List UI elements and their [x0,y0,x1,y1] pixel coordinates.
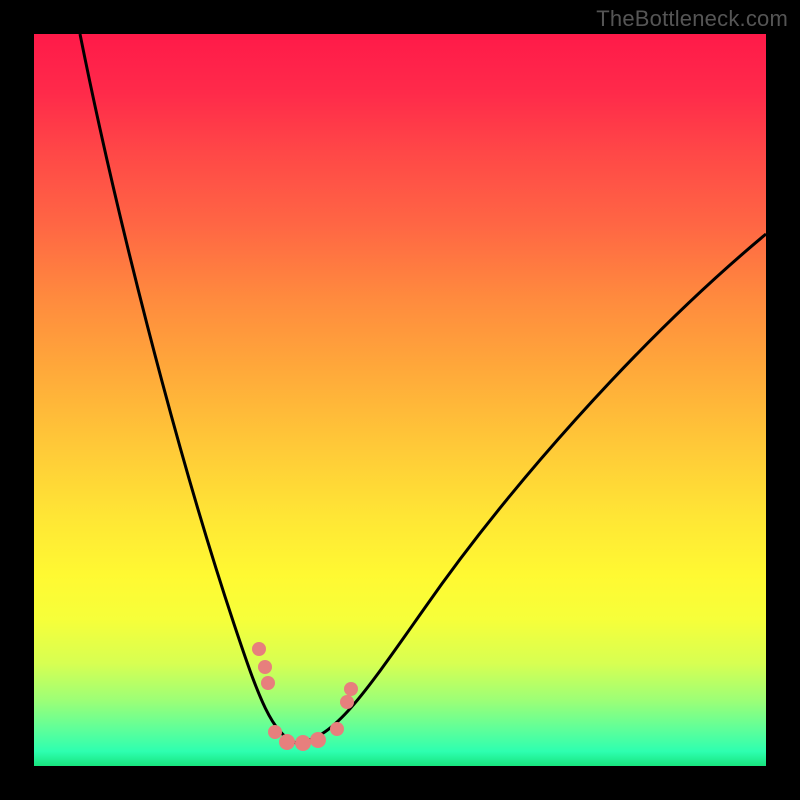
plot-area [34,34,766,766]
marker [344,682,358,696]
marker [261,676,275,690]
marker [279,734,295,750]
watermark-text: TheBottleneck.com [596,6,788,32]
chart-frame: TheBottleneck.com [0,0,800,800]
marker [252,642,266,656]
marker [330,722,344,736]
marker-group [252,642,358,751]
curve-layer [34,34,766,766]
marker [258,660,272,674]
bottleneck-curve-left [80,34,296,743]
marker [295,735,311,751]
marker [268,725,282,739]
marker [340,695,354,709]
bottleneck-curve-right [296,234,766,743]
marker [310,732,326,748]
